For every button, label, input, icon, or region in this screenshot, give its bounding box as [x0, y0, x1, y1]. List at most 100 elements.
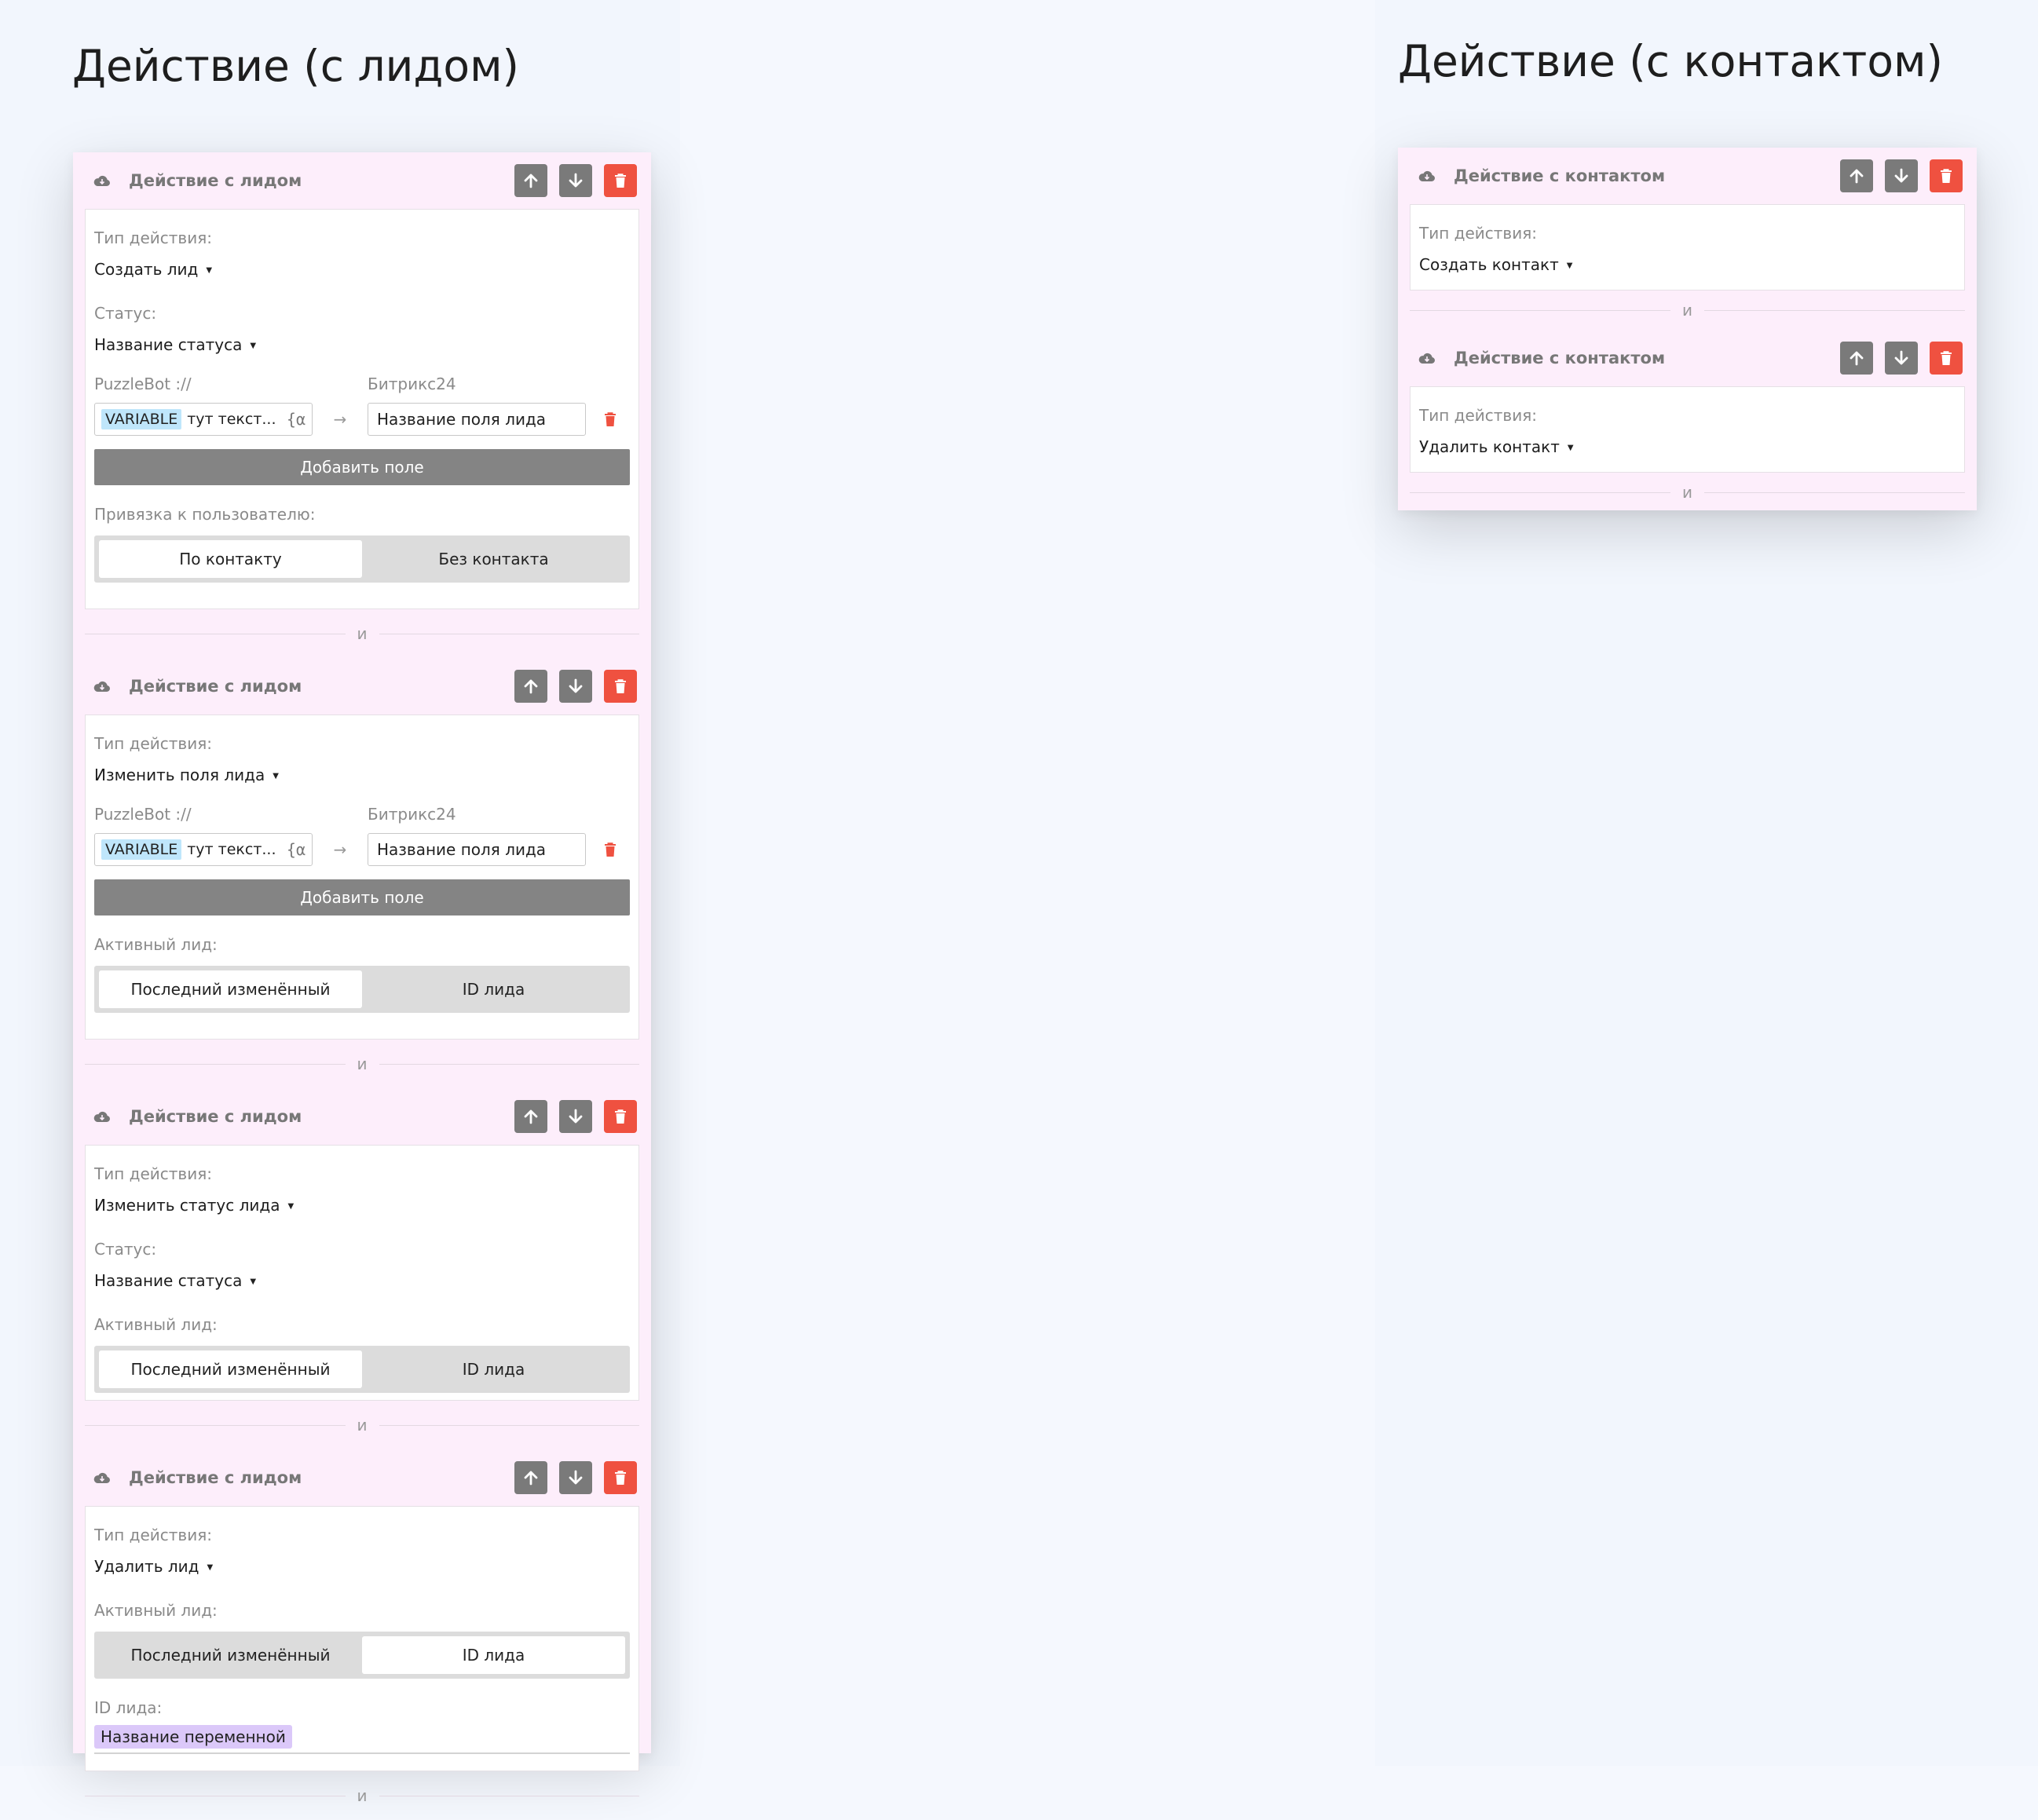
delete-block-button[interactable] [604, 1461, 637, 1494]
variable-text: тут текст... [187, 411, 276, 428]
arrow-up-icon [1850, 169, 1864, 184]
active-lead-toggle: Последний изменённый ID лида [94, 1346, 630, 1393]
and-separator: и [85, 1401, 639, 1449]
mapping-labels: PuzzleBot :// Битрикс24 [94, 374, 630, 394]
action-type-value: Изменить поля лида [94, 766, 265, 784]
action-type-value: Удалить контакт [1419, 437, 1560, 456]
action-type-value: Удалить лид [94, 1557, 199, 1576]
delete-block-button[interactable] [604, 164, 637, 197]
arrow-down-icon [569, 173, 583, 188]
variable-text: тут текст... [187, 841, 276, 858]
action-type-select[interactable]: Создать контакт ▼ [1419, 254, 1956, 276]
caret-down-icon: ▼ [1567, 444, 1574, 452]
contact-actions-panel: Действие с контактом Тип действия: Созда… [1398, 148, 1977, 510]
action-type-select[interactable]: Изменить поля лида ▼ [94, 765, 630, 787]
status-value: Название статуса [94, 1271, 243, 1290]
status-label: Статус: [94, 304, 157, 323]
block-header: Действие с лидом [73, 1449, 651, 1506]
delete-block-button[interactable] [604, 670, 637, 703]
lead-id-label: ID лида: [94, 1698, 163, 1717]
add-field-button[interactable]: Добавить поле [94, 449, 630, 485]
block-header: Действие с лидом [73, 658, 651, 714]
action-type-select[interactable]: Изменить статус лида ▼ [94, 1195, 630, 1217]
option-without-contact[interactable]: Без контакта [362, 540, 625, 578]
and-label: и [357, 1416, 368, 1434]
arrow-up-icon [524, 174, 538, 188]
lead-id-variable-field[interactable]: Название переменной [94, 1725, 630, 1754]
mapping-labels: PuzzleBot :// Битрикс24 [94, 804, 630, 824]
option-last-modified[interactable]: Последний изменённый [99, 1350, 362, 1388]
binding-toggle: По контакту Без контакта [94, 535, 630, 583]
cloud-icon [93, 681, 110, 692]
arrow-up-icon [1850, 351, 1864, 366]
lead-field-input[interactable]: Название поля лида [368, 403, 586, 436]
delete-block-button[interactable] [604, 1100, 637, 1133]
block-title: Действие с лидом [129, 171, 302, 190]
add-field-button[interactable]: Добавить поле [94, 879, 630, 915]
option-last-modified[interactable]: Последний изменённый [99, 970, 362, 1008]
insert-variable-icon[interactable]: {α [287, 840, 306, 859]
status-select[interactable]: Название статуса ▼ [94, 1270, 630, 1292]
arrow-down-icon [569, 678, 583, 693]
block-header: Действие с лидом [73, 1088, 651, 1145]
delete-block-button[interactable] [1930, 342, 1963, 375]
caret-down-icon: ▼ [206, 266, 213, 275]
and-label: и [357, 1786, 368, 1805]
source-label: PuzzleBot :// [94, 805, 192, 824]
move-up-button[interactable] [1840, 159, 1873, 192]
option-lead-id[interactable]: ID лида [362, 1350, 625, 1388]
delete-field-button[interactable] [603, 841, 619, 858]
lead-field-input[interactable]: Название поля лида [368, 833, 586, 866]
action-type-select[interactable]: Создать лид ▼ [94, 259, 630, 281]
trash-icon [615, 174, 626, 188]
option-lead-id[interactable]: ID лида [362, 970, 625, 1008]
action-type-label: Тип действия: [94, 228, 212, 247]
action-type-select[interactable]: Удалить контакт ▼ [1419, 437, 1956, 459]
move-down-button[interactable] [559, 164, 592, 197]
active-lead-toggle: Последний изменённый ID лида [94, 966, 630, 1013]
option-by-contact[interactable]: По контакту [99, 540, 362, 578]
status-label: Статус: [94, 1240, 157, 1259]
status-select[interactable]: Название статуса ▼ [94, 334, 630, 356]
trash-icon [615, 679, 626, 693]
insert-variable-icon[interactable]: {α [287, 410, 306, 429]
active-lead-toggle: Последний изменённый ID лида [94, 1632, 630, 1679]
variable-input[interactable]: VARIABLE тут текст... {α [94, 833, 313, 866]
block-card: Тип действия: Удалить контакт ▼ [1410, 386, 1965, 473]
action-type-select[interactable]: Удалить лид ▼ [94, 1556, 630, 1578]
active-lead-label: Активный лид: [94, 1601, 218, 1620]
move-up-button[interactable] [514, 164, 547, 197]
caret-down-icon: ▼ [287, 1202, 295, 1211]
active-lead-label: Активный лид: [94, 935, 218, 954]
contact-action-block: Действие с контактом Тип действия: Удали… [1398, 330, 1977, 512]
move-up-button[interactable] [1840, 342, 1873, 375]
block-title: Действие с лидом [129, 677, 302, 696]
variable-name-chip: Название переменной [94, 1725, 292, 1749]
option-lead-id[interactable]: ID лида [362, 1636, 625, 1674]
move-down-button[interactable] [559, 1100, 592, 1133]
right-section-title: Действие (с контактом) [1398, 36, 1943, 86]
move-down-button[interactable] [1885, 342, 1918, 375]
cloud-icon [1418, 353, 1435, 364]
active-lead-label: Активный лид: [94, 1315, 218, 1334]
block-header: Действие с контактом [1398, 148, 1977, 204]
delete-block-button[interactable] [1930, 159, 1963, 192]
move-up-button[interactable] [514, 670, 547, 703]
option-last-modified[interactable]: Последний изменённый [99, 1636, 362, 1674]
source-label: PuzzleBot :// [94, 375, 192, 393]
move-down-button[interactable] [559, 1461, 592, 1494]
field-mapping-row: VARIABLE тут текст... {α → Название поля л… [94, 832, 630, 867]
arrow-down-icon [1894, 350, 1908, 365]
and-label: и [357, 1054, 368, 1073]
move-down-button[interactable] [1885, 159, 1918, 192]
move-up-button[interactable] [514, 1461, 547, 1494]
delete-field-button[interactable] [603, 411, 619, 428]
lead-action-block: Действие с лидом Тип действия: Удалить л… [73, 1449, 651, 1820]
trash-icon [1941, 351, 1952, 365]
action-type-label: Тип действия: [1419, 224, 1537, 243]
move-down-button[interactable] [559, 670, 592, 703]
block-title: Действие с лидом [129, 1107, 302, 1126]
move-up-button[interactable] [514, 1100, 547, 1133]
variable-input[interactable]: VARIABLE тут текст... {α [94, 403, 313, 436]
caret-down-icon: ▼ [250, 342, 257, 350]
